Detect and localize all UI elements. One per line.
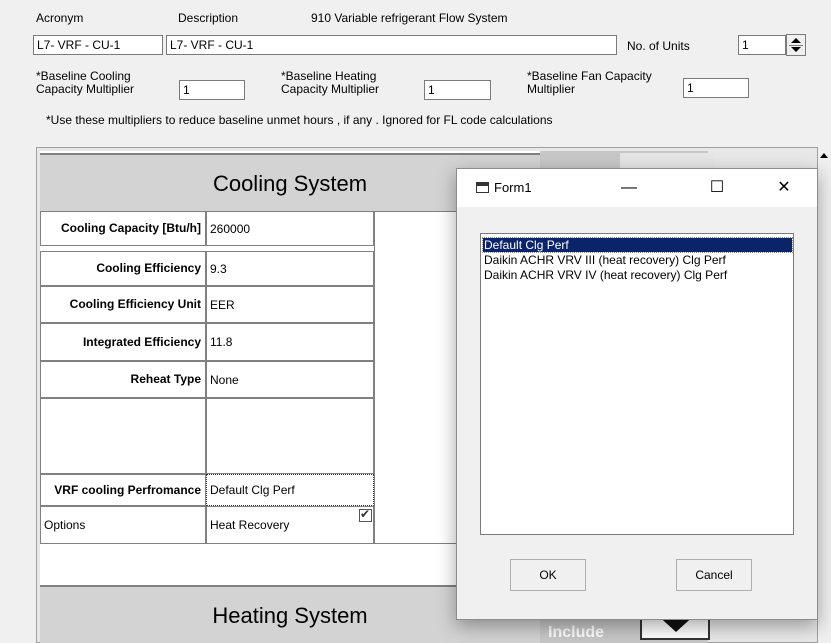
units-input[interactable]: 1 [738,35,786,55]
acronym-input[interactable]: L7- VRF - CU-1 [33,35,163,55]
performance-listbox[interactable]: Default Clg Perf Daikin ACHR VRV III (he… [480,233,794,535]
row-value-options[interactable]: Heat Recovery [206,506,374,544]
scroll-up-arrow-icon[interactable] [620,153,715,169]
row-label-cooling-efficiency: Cooling Efficiency [40,251,206,286]
row-label-integrated-efficiency: Integrated Efficiency [40,323,206,361]
ok-button[interactable]: OK [510,559,586,591]
multiplier-note: *Use these multipliers to reduce baselin… [46,113,553,127]
spin-down-icon[interactable] [791,47,801,52]
form1-dialog: Form1 — ☐ ✕ Default Clg Perf Daikin ACHR… [456,168,818,620]
units-label: No. of Units [627,39,690,53]
list-item[interactable]: Daikin ACHR VRV III (heat recovery) Clg … [483,253,792,267]
list-item[interactable]: Daikin ACHR VRV IV (heat recovery) Clg P… [483,268,792,282]
row-label-empty [40,398,206,474]
list-item[interactable]: Default Clg Perf [482,237,793,253]
fan-multiplier-label: *Baseline Fan Capacity Multiplier [527,69,652,96]
system-type-label: 910 Variable refrigerant Flow System [311,11,508,25]
row-label-options: Options [40,506,206,544]
heat-recovery-checkbox[interactable] [359,507,372,522]
cooling-multiplier-label: *Baseline Cooling Capacity Multiplier [36,69,135,96]
row-value-reheat-type[interactable]: None [206,361,374,398]
close-button[interactable]: ✕ [762,175,806,201]
row-label-reheat-type: Reheat Type [40,361,206,398]
row-label-cooling-efficiency-unit: Cooling Efficiency Unit [40,286,206,323]
acronym-label: Acronym [36,11,84,25]
row-value-vrf-cooling-performance[interactable]: Default Clg Perf [206,474,374,506]
dialog-title: Form1 [494,180,532,195]
scroll-up-icon[interactable] [820,153,828,158]
cancel-button[interactable]: Cancel [676,559,752,591]
include-partial-label: Include [548,624,605,641]
vertical-scrollbar[interactable] [818,147,831,643]
row-value-integrated-efficiency[interactable]: 11.8 [206,323,374,361]
row-value-cooling-capacity[interactable]: 260000 [206,211,374,246]
cooling-multiplier-input[interactable]: 1 [179,80,245,100]
spin-divider [789,45,803,46]
row-value-cooling-efficiency-unit[interactable]: EER [206,286,374,323]
row-value-cooling-efficiency[interactable]: 9.3 [206,251,374,286]
units-spinner[interactable] [786,34,806,56]
description-label: Description [178,11,239,25]
description-input[interactable]: L7- VRF - CU-1 [166,35,617,55]
row-label-vrf-cooling-performance: VRF cooling Perfromance [40,474,206,506]
row-label-cooling-capacity: Cooling Capacity [Btu/h] [40,211,206,246]
form-window-icon [476,182,489,193]
heating-multiplier-label: *Baseline Heating Capacity Multiplier [281,69,380,96]
dialog-titlebar[interactable]: Form1 — ☐ ✕ [457,169,817,207]
fan-multiplier-input[interactable]: 1 [683,78,749,98]
minimize-button[interactable]: — [607,175,651,201]
row-value-empty[interactable] [206,398,374,474]
heating-multiplier-input[interactable]: 1 [424,80,491,100]
spin-up-icon[interactable] [791,38,801,43]
maximize-button[interactable]: ☐ [695,175,739,201]
